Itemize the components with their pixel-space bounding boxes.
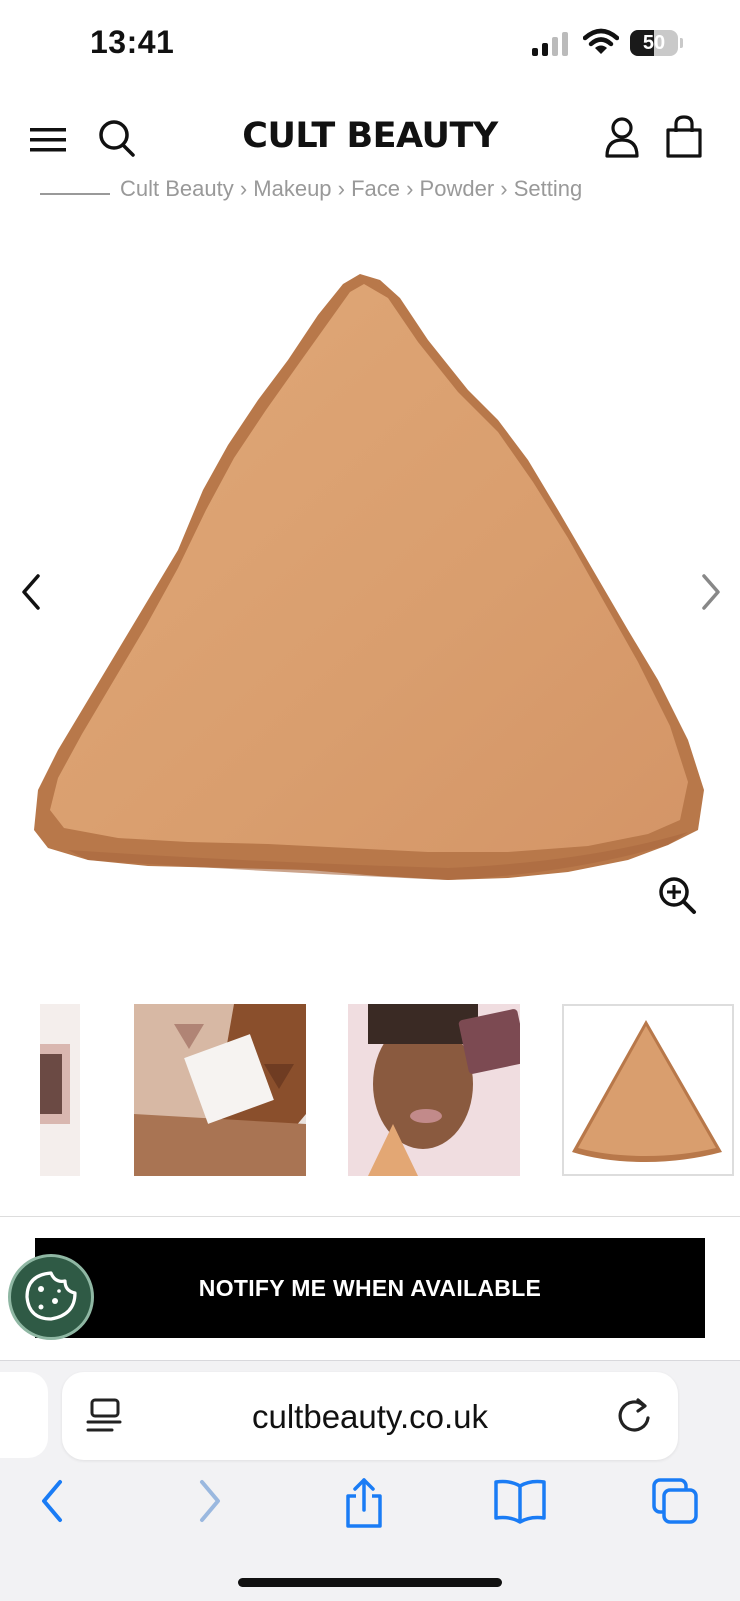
battery-level: 50	[642, 32, 666, 54]
divider	[0, 1216, 740, 1217]
share-icon[interactable]	[342, 1476, 386, 1528]
cookie-settings-button[interactable]	[8, 1254, 94, 1340]
previous-image-button[interactable]	[14, 570, 48, 614]
thumbnail-model[interactable]	[348, 1004, 520, 1176]
reload-icon[interactable]	[614, 1394, 654, 1436]
breadcrumb: Cult Beauty › Makeup › Face › Powder › S…	[0, 178, 740, 202]
brand-logo[interactable]: CULT BEAUTY	[220, 116, 520, 156]
home-indicator	[238, 1578, 502, 1587]
zoom-button[interactable]	[644, 862, 710, 928]
battery-indicator: 50	[630, 30, 684, 58]
thumbnail-arm-swatches[interactable]	[134, 1004, 306, 1176]
forward-icon[interactable]	[192, 1476, 228, 1526]
reader-mode-icon[interactable]	[86, 1396, 128, 1436]
product-image	[34, 274, 704, 880]
next-image-button[interactable]	[694, 570, 728, 614]
breadcrumb-text[interactable]: Cult Beauty › Makeup › Face › Powder › S…	[120, 178, 582, 202]
status-time: 13:41	[90, 24, 175, 60]
bookmarks-icon[interactable]	[492, 1476, 548, 1526]
wifi-icon	[583, 28, 619, 54]
cookie-icon	[25, 1271, 77, 1321]
notify-me-button[interactable]: NOTIFY ME WHEN AVAILABLE	[35, 1238, 705, 1338]
chevron-right-icon	[702, 574, 720, 610]
zoom-in-icon	[659, 877, 696, 914]
previous-tab-preview[interactable]	[0, 1372, 48, 1458]
cellular-signal-icon	[532, 32, 568, 56]
chevron-left-icon	[22, 574, 40, 610]
thumbnail-compact[interactable]	[40, 1004, 80, 1176]
shopping-bag-icon[interactable]	[664, 114, 704, 160]
back-icon[interactable]	[34, 1476, 70, 1526]
menu-icon[interactable]	[30, 120, 68, 160]
search-icon[interactable]	[96, 116, 140, 160]
url-text[interactable]: cultbeauty.co.uk	[200, 1398, 540, 1436]
tabs-icon[interactable]	[650, 1476, 700, 1526]
account-icon[interactable]	[602, 114, 642, 162]
thumbnail-triangle-powder[interactable]	[562, 1004, 734, 1176]
